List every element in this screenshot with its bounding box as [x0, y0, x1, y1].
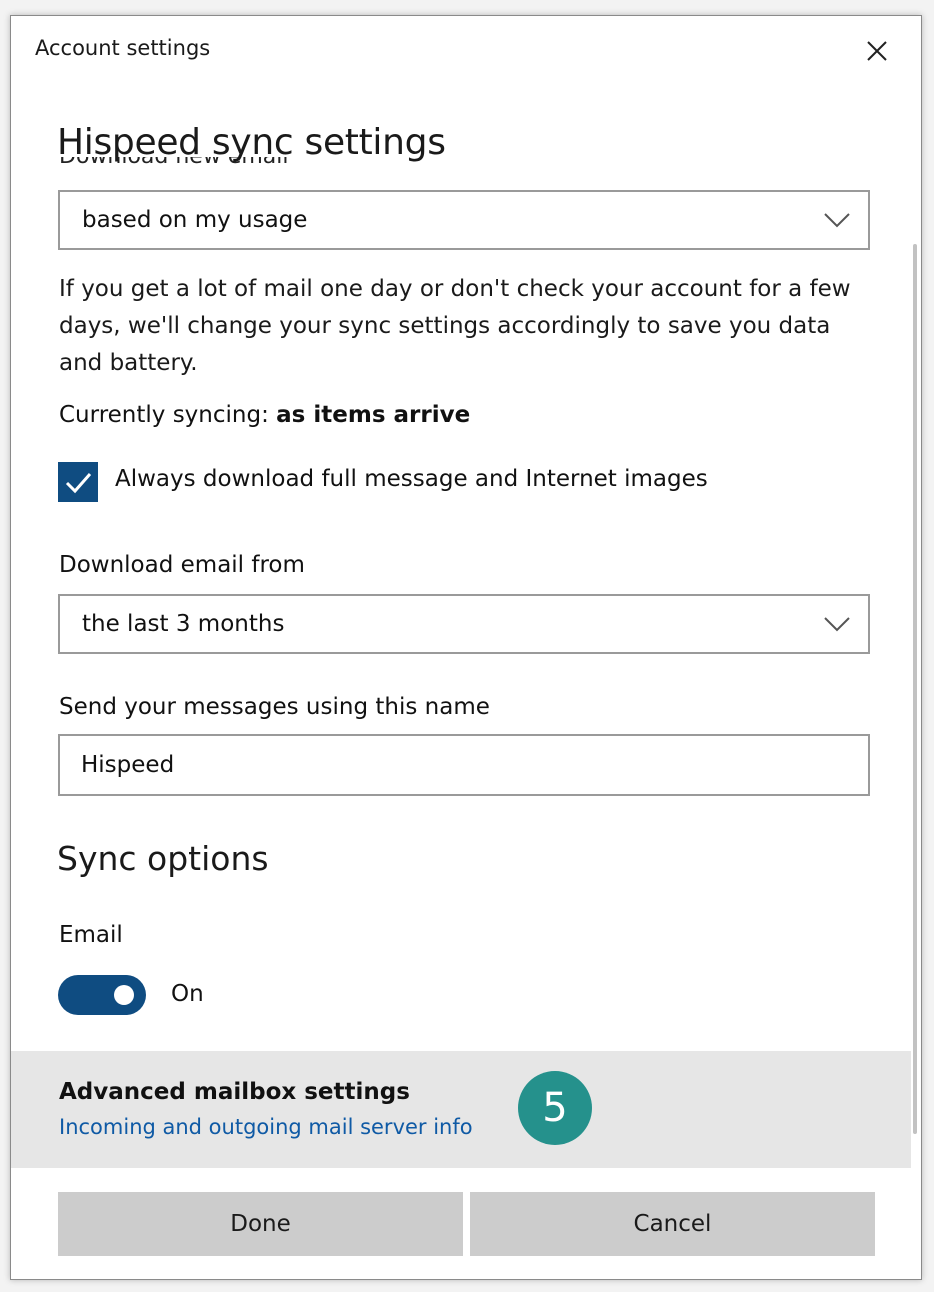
full-message-checkbox-label: Always download full message and Interne… — [115, 466, 708, 492]
step-badge: 5 — [518, 1071, 592, 1145]
sync-status: Currently syncing: as items arrive — [59, 402, 470, 428]
server-info-link[interactable]: Incoming and outgoing mail server info — [59, 1115, 473, 1139]
cancel-button[interactable]: Cancel — [470, 1192, 875, 1256]
send-name-label: Send your messages using this name — [59, 694, 490, 720]
chevron-down-icon — [824, 213, 850, 228]
download-from-value: the last 3 months — [82, 611, 285, 637]
sync-status-prefix: Currently syncing: — [59, 402, 277, 428]
close-icon — [867, 41, 887, 61]
sync-description: If you get a lot of mail one day or don'… — [59, 276, 851, 376]
email-sync-toggle-state: On — [171, 981, 204, 1007]
scrollbar[interactable] — [913, 244, 917, 1134]
download-new-email-value: based on my usage — [82, 207, 308, 233]
dialog-title: Account settings — [35, 36, 211, 60]
download-new-email-dropdown[interactable]: based on my usage — [58, 190, 870, 250]
account-settings-dialog: Account settings Download new email Hisp… — [10, 15, 922, 1280]
advanced-mailbox-title: Advanced mailbox settings — [59, 1079, 410, 1105]
done-button[interactable]: Done — [58, 1192, 463, 1256]
send-name-input[interactable] — [58, 734, 870, 796]
email-sync-toggle[interactable] — [58, 975, 146, 1015]
close-button[interactable] — [857, 31, 897, 71]
checkmark-icon — [65, 473, 92, 494]
email-sync-label: Email — [59, 922, 123, 948]
download-from-dropdown[interactable]: the last 3 months — [58, 594, 870, 654]
full-message-checkbox[interactable] — [58, 462, 98, 502]
sync-options-heading: Sync options — [57, 839, 269, 878]
download-from-label: Download email from — [59, 552, 305, 578]
page-title: Hispeed sync settings — [57, 122, 446, 163]
toggle-knob — [114, 985, 134, 1005]
sync-status-value: as items arrive — [276, 402, 471, 428]
chevron-down-icon — [824, 617, 850, 632]
advanced-mailbox-settings[interactable]: Advanced mailbox settings Incoming and o… — [11, 1051, 911, 1168]
